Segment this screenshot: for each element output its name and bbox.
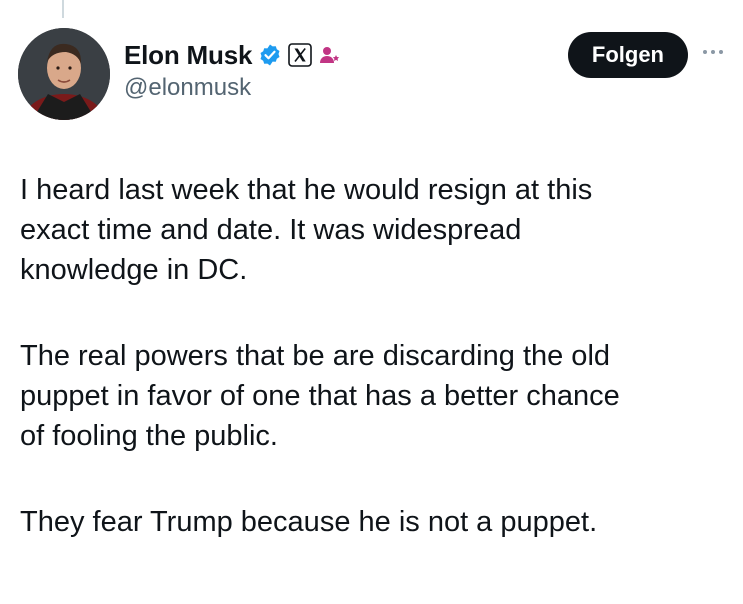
tweet-text: I heard last week that he would resign a… (20, 170, 732, 588)
more-dot (711, 50, 715, 54)
x-logo-icon (288, 43, 313, 67)
tweet-card: Elon Musk @elonmusk Folgen I heard last … (0, 0, 743, 604)
follow-button[interactable]: Folgen (567, 32, 688, 78)
person-badge-icon (318, 43, 342, 67)
tweet-paragraph: They fear Trump because he is not a pupp… (20, 506, 598, 538)
tweet-paragraph: I heard last week that he would resign a… (20, 174, 593, 286)
more-dot (719, 50, 723, 54)
verified-check-icon (258, 43, 282, 67)
display-name[interactable]: Elon Musk (124, 40, 252, 71)
author-identity: Elon Musk @elonmusk (124, 38, 342, 102)
avatar-image (18, 28, 110, 120)
name-row: Elon Musk (124, 38, 342, 72)
thread-connector-line (62, 0, 64, 18)
author-handle[interactable]: @elonmusk (124, 74, 342, 102)
tweet-paragraph: The real powers that be are discarding t… (20, 340, 620, 452)
more-dot (703, 50, 707, 54)
tweet-header: Elon Musk @elonmusk Folgen (18, 28, 731, 120)
more-horizontal-icon[interactable] (703, 50, 723, 54)
avatar[interactable] (18, 28, 110, 120)
